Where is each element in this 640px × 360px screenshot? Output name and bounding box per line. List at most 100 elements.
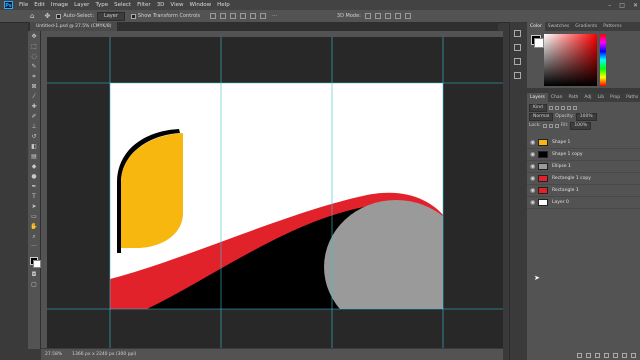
rectangle-tool-icon[interactable]: ▭: [30, 213, 38, 221]
maximize-icon[interactable]: □: [619, 2, 625, 9]
eraser-tool-icon[interactable]: ◧: [30, 143, 38, 151]
menu-file[interactable]: File: [19, 2, 28, 8]
3d-rotate-icon[interactable]: [364, 13, 371, 19]
tab-gradients[interactable]: Gradients: [572, 22, 600, 31]
3d-slide-icon[interactable]: [394, 13, 401, 19]
tab-path[interactable]: Path: [566, 93, 582, 102]
tab-swatches[interactable]: Swatches: [545, 22, 573, 31]
zoom-readout[interactable]: 27.58%: [45, 349, 62, 360]
layer-style-icon[interactable]: [586, 353, 591, 358]
pen-tool-icon[interactable]: ✒: [30, 183, 38, 191]
delete-layer-icon[interactable]: [631, 353, 636, 358]
visibility-eye-icon[interactable]: ◉: [530, 137, 535, 148]
tab-patterns[interactable]: Patterns: [600, 22, 625, 31]
menu-filter[interactable]: Filter: [137, 2, 151, 8]
brush-panel-icon[interactable]: [514, 58, 521, 65]
gradient-tool-icon[interactable]: ▤: [30, 153, 38, 161]
3d-scale-icon[interactable]: [404, 13, 411, 19]
dodge-tool-icon[interactable]: ●: [30, 173, 38, 181]
zoom-tool-icon[interactable]: ⌕: [30, 233, 38, 241]
properties-panel-icon[interactable]: [514, 44, 521, 51]
visibility-eye-icon[interactable]: ◉: [530, 161, 535, 172]
layer-row[interactable]: ◉ Shape 1 copy: [527, 149, 640, 161]
link-layers-icon[interactable]: [577, 353, 582, 358]
move-tool-icon[interactable]: ✥: [44, 12, 50, 20]
filter-adjustment-icon[interactable]: [554, 105, 559, 110]
background-color-chip[interactable]: [534, 38, 544, 48]
menu-3d[interactable]: 3D: [157, 2, 165, 8]
type-tool-icon[interactable]: T: [30, 193, 38, 201]
align-center-icon[interactable]: [220, 13, 227, 19]
crop-tool-icon[interactable]: ⌗: [30, 73, 38, 81]
color-picker-field[interactable]: [544, 34, 597, 86]
align-left-icon[interactable]: [210, 13, 217, 19]
more-options-icon[interactable]: ···: [272, 13, 277, 19]
filter-type-icon[interactable]: [560, 105, 565, 110]
visibility-eye-icon[interactable]: ◉: [530, 149, 535, 160]
align-bottom-icon[interactable]: [260, 13, 267, 19]
tab-libraries[interactable]: Lib: [595, 93, 608, 102]
move-tool-icon[interactable]: ✥: [30, 33, 38, 41]
minimize-icon[interactable]: –: [608, 2, 611, 9]
filter-pixel-icon[interactable]: [548, 105, 553, 110]
filter-smart-object-icon[interactable]: [572, 105, 577, 110]
path-selection-tool-icon[interactable]: ➤: [30, 203, 38, 211]
tab-paths[interactable]: Paths: [623, 93, 640, 102]
frame-tool-icon[interactable]: ⊠: [30, 83, 38, 91]
history-panel-icon[interactable]: [514, 30, 521, 37]
transform-controls-checkbox[interactable]: [130, 13, 136, 19]
blur-tool-icon[interactable]: ◆: [30, 163, 38, 171]
add-mask-icon[interactable]: [595, 353, 600, 358]
document-tab[interactable]: Untitled-1.psd @ 27.5% (CMYK/8): [30, 22, 118, 31]
clone-stamp-tool-icon[interactable]: ⊥: [30, 123, 38, 131]
adjustments-panel-icon[interactable]: [514, 72, 521, 79]
edit-toolbar-icon[interactable]: ···: [30, 243, 38, 251]
hand-tool-icon[interactable]: ✋: [30, 223, 38, 231]
align-right-icon[interactable]: [230, 13, 237, 19]
align-middle-icon[interactable]: [250, 13, 257, 19]
menu-window[interactable]: Window: [189, 2, 211, 8]
quick-select-tool-icon[interactable]: ✎: [30, 63, 38, 71]
screen-mode-icon[interactable]: ▢: [30, 281, 38, 289]
lock-position-icon[interactable]: [548, 123, 553, 128]
tab-channels[interactable]: Chan: [548, 93, 566, 102]
3d-roll-icon[interactable]: [374, 13, 381, 19]
document-canvas[interactable]: [47, 37, 503, 348]
layer-row[interactable]: ◉ Layer 0: [527, 197, 640, 209]
quick-mask-icon[interactable]: ◘: [30, 271, 38, 279]
menu-edit[interactable]: Edit: [34, 2, 45, 8]
menu-image[interactable]: Image: [51, 2, 68, 8]
new-layer-icon[interactable]: [622, 353, 627, 358]
eyedropper-tool-icon[interactable]: ⁄: [30, 93, 38, 101]
menu-view[interactable]: View: [170, 2, 183, 8]
home-icon[interactable]: ⌂: [30, 12, 34, 20]
blend-mode-dropdown[interactable]: Normal: [529, 112, 554, 121]
lock-pixels-icon[interactable]: [542, 123, 547, 128]
menu-help[interactable]: Help: [217, 2, 230, 8]
layer-row[interactable]: ◉ Rectangle 1 copy: [527, 173, 640, 185]
fill-input[interactable]: 100%: [570, 121, 592, 130]
adjustment-layer-icon[interactable]: [604, 353, 609, 358]
background-color-swatch[interactable]: [33, 260, 41, 268]
brush-tool-icon[interactable]: ✐: [30, 113, 38, 121]
opacity-input[interactable]: 100%: [575, 112, 597, 121]
layer-filter-dropdown[interactable]: Kind: [529, 103, 547, 112]
layer-row[interactable]: ◉ Rectangle 1: [527, 185, 640, 197]
new-group-icon[interactable]: [613, 353, 618, 358]
auto-select-dropdown[interactable]: Layer: [96, 11, 125, 21]
healing-brush-tool-icon[interactable]: ✚: [30, 103, 38, 111]
hue-slider[interactable]: [600, 34, 606, 86]
tab-adjustments[interactable]: Adj: [581, 93, 594, 102]
visibility-eye-icon[interactable]: ◉: [530, 197, 535, 208]
tab-color[interactable]: Color: [527, 22, 545, 31]
align-top-icon[interactable]: [240, 13, 247, 19]
visibility-eye-icon[interactable]: ◉: [530, 185, 535, 196]
lasso-tool-icon[interactable]: ◌: [30, 53, 38, 61]
tab-properties[interactable]: Prop: [607, 93, 623, 102]
layer-row[interactable]: ◉ Ellipse 1: [527, 161, 640, 173]
visibility-eye-icon[interactable]: ◉: [530, 173, 535, 184]
3d-drag-icon[interactable]: [384, 13, 391, 19]
filter-shape-icon[interactable]: [566, 105, 571, 110]
close-icon[interactable]: ✕: [633, 2, 638, 9]
menu-layer[interactable]: Layer: [74, 2, 89, 8]
